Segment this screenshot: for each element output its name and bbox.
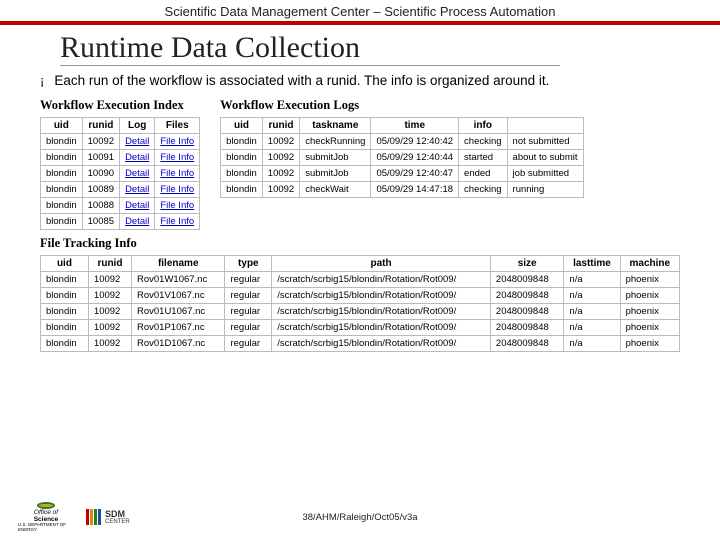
col-header: runid	[88, 256, 131, 272]
col-header: runid	[262, 118, 299, 134]
col-header: uid	[41, 118, 83, 134]
table-row: blondin10091 Detail File Info	[41, 150, 200, 166]
table-row: blondin10092Rov01D1067.ncregular/scratch…	[41, 336, 680, 352]
col-header	[507, 118, 583, 134]
workflow-index-title: Workflow Execution Index	[40, 98, 200, 113]
workflow-index-table: uidrunidLogFiles blondin10092DetailFile …	[40, 117, 200, 230]
workflow-logs-title: Workflow Execution Logs	[220, 98, 583, 113]
cell-runid: 10085	[82, 214, 119, 230]
col-header: runid	[82, 118, 119, 134]
col-header: Files	[155, 118, 200, 134]
detail-link[interactable]: Detail	[125, 200, 149, 211]
slide-footer: Office of Science U.S. DEPARTMENT OF ENE…	[0, 498, 720, 536]
col-header: Log	[120, 118, 155, 134]
col-header: machine	[620, 256, 679, 272]
cell-uid: blondin	[41, 182, 83, 198]
cell-uid: blondin	[41, 134, 83, 150]
detail-link[interactable]: Detail	[125, 152, 149, 163]
file-tracking-title: File Tracking Info	[40, 236, 720, 251]
table-row: blondin10092submitJob05/09/29 12:40:44st…	[221, 150, 583, 166]
cell-uid: blondin	[41, 166, 83, 182]
table-row: blondin10092Rov01U1067.ncregular/scratch…	[41, 304, 680, 320]
cell-runid: 10088	[82, 198, 119, 214]
table-row: blondin10092checkRunning05/09/29 12:40:4…	[221, 134, 583, 150]
col-header: info	[459, 118, 508, 134]
file-info-link[interactable]: File Info	[160, 216, 194, 227]
cell-runid: 10089	[82, 182, 119, 198]
col-header: lasttime	[564, 256, 620, 272]
col-header: type	[225, 256, 272, 272]
header-band: Scientific Data Management Center – Scie…	[0, 0, 720, 25]
table-row: blondin10092Rov01P1067.ncregular/scratch…	[41, 320, 680, 336]
col-header: uid	[41, 256, 89, 272]
cell-runid: 10092	[82, 134, 119, 150]
cell-uid: blondin	[41, 198, 83, 214]
slide-title: Runtime Data Collection	[60, 31, 560, 66]
file-tracking-table: uidrunidfilenametypepathsizelasttimemach…	[40, 255, 680, 352]
table-row: blondin10092 Detail File Info	[41, 134, 200, 150]
table-row: blondin10085 Detail File Info	[41, 214, 200, 230]
workflow-index-box: Workflow Execution Index uidrunidLogFile…	[40, 98, 200, 230]
col-header: time	[371, 118, 459, 134]
file-info-link[interactable]: File Info	[160, 200, 194, 211]
detail-link[interactable]: Detail	[125, 184, 149, 195]
col-header: path	[272, 256, 491, 272]
file-info-link[interactable]: File Info	[160, 152, 194, 163]
detail-link[interactable]: Detail	[125, 216, 149, 227]
cell-uid: blondin	[41, 214, 83, 230]
workflow-logs-box: Workflow Execution Logs uidrunidtaskname…	[220, 98, 583, 198]
bullet-block: ¡ Each run of the workflow is associated…	[40, 72, 690, 90]
col-header: filename	[131, 256, 225, 272]
col-header: uid	[221, 118, 263, 134]
file-info-link[interactable]: File Info	[160, 168, 194, 179]
file-info-link[interactable]: File Info	[160, 136, 194, 147]
detail-link[interactable]: Detail	[125, 136, 149, 147]
table-row: blondin10088 Detail File Info	[41, 198, 200, 214]
table-row: blondin10092Rov01W1067.ncregular/scratch…	[41, 272, 680, 288]
table-row: blondin10092Rov01V1067.ncregular/scratch…	[41, 288, 680, 304]
col-header: taskname	[300, 118, 371, 134]
file-info-link[interactable]: File Info	[160, 184, 194, 195]
table-row: blondin10090 Detail File Info	[41, 166, 200, 182]
workflow-logs-table: uidrunidtasknametimeinfo blondin10092che…	[220, 117, 583, 198]
bullet-marker: ¡	[40, 72, 44, 90]
cell-uid: blondin	[41, 150, 83, 166]
cell-runid: 10090	[82, 166, 119, 182]
slide-pager: 38/AHM/Raleigh/Oct05/v3a	[0, 512, 720, 523]
table-row: blondin10092submitJob05/09/29 12:40:47en…	[221, 166, 583, 182]
org-title: Scientific Data Management Center – Scie…	[165, 4, 556, 19]
table-row: blondin10092checkWait05/09/29 14:47:18ch…	[221, 182, 583, 198]
detail-link[interactable]: Detail	[125, 168, 149, 179]
bullet-text: Each run of the workflow is associated w…	[54, 72, 549, 90]
col-header: size	[490, 256, 563, 272]
table-row: blondin10089 Detail File Info	[41, 182, 200, 198]
cell-runid: 10091	[82, 150, 119, 166]
